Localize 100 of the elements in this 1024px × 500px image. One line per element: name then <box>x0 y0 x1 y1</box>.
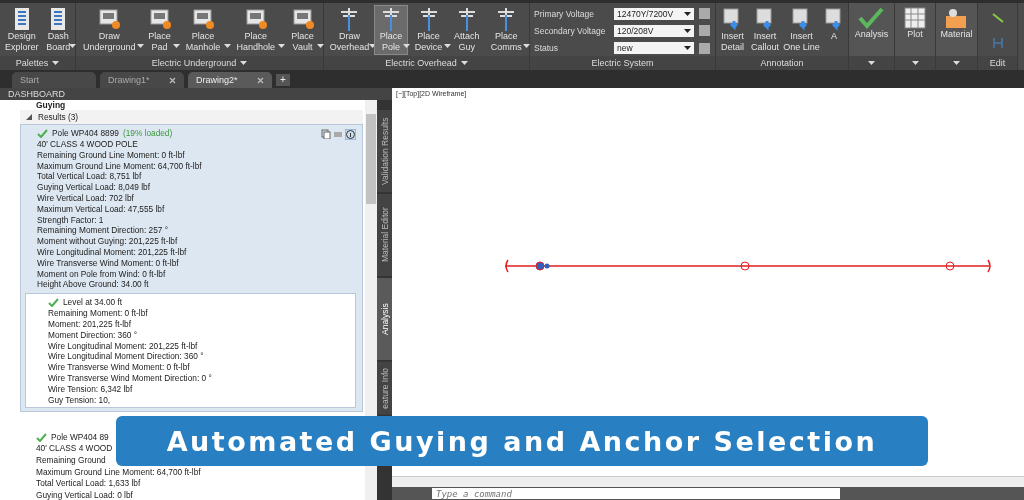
result-line: Moment without Guying: 201,225 ft-lbf <box>37 236 178 247</box>
document-tab[interactable]: Start <box>12 72 96 88</box>
result-line: Remaining Ground <box>36 454 106 467</box>
pole-title[interactable]: Pole WP404 8899 <box>52 128 119 139</box>
ribbon-button[interactable]: Dash Board <box>42 5 74 55</box>
caret-icon[interactable] <box>444 44 452 48</box>
caret-icon[interactable] <box>52 61 60 65</box>
check-icon <box>858 7 885 29</box>
result-line: Total Vertical Load: 8,751 lbf <box>37 171 142 183</box>
result-line: Guying Vertical Load: 8,049 lbf <box>37 182 150 193</box>
result-line: Maximum Ground Line Moment: 64,700 ft-lbf <box>36 466 201 479</box>
panel-title: Electric Overhead <box>385 58 457 68</box>
expand-icon[interactable] <box>26 114 32 120</box>
equipment-icon <box>97 7 122 31</box>
result-line: Moment: 201,225 ft-lbf <box>48 318 131 330</box>
equipment-icon <box>290 7 315 31</box>
result-line: Maximum Ground Line Moment: 64,700 ft-lbf <box>37 160 202 172</box>
horizontal-scrollbar[interactable] <box>392 476 1024 487</box>
ribbon-button[interactable]: Attach Guy <box>449 5 485 55</box>
result-line: Moment Direction: 360 ° <box>48 329 138 341</box>
ribbon-button[interactable]: Place Handhole <box>228 5 283 55</box>
result-line: Remaining Moment Direction: 257 ° <box>37 225 169 237</box>
result-line: 40' CLASS 4 WOOD POLE <box>37 139 138 150</box>
ribbon-button[interactable]: Design Explorer <box>1 5 43 55</box>
info-icon[interactable] <box>345 129 356 140</box>
result-line: Height Above Ground: 34.00 ft <box>37 279 149 291</box>
result-line: Total Vertical Load: 1,633 lbf <box>36 478 141 490</box>
document-tab[interactable]: Drawing1* <box>100 72 184 88</box>
voltage-dropdown[interactable]: 120/208V <box>614 25 694 37</box>
ribbon-button[interactable]: Place Device <box>408 5 450 55</box>
new-tab-button[interactable]: + <box>276 74 290 86</box>
equipment-icon <box>243 7 268 31</box>
result-line: Wire Vertical Load: 702 lbf <box>37 193 134 204</box>
results-label[interactable]: Results (3) <box>38 112 79 122</box>
command-input[interactable]: Type a command <box>432 488 840 499</box>
side-tab[interactable]: Material Editor <box>377 194 392 276</box>
caret-icon[interactable] <box>460 61 468 65</box>
result-line: Guy Tension: 10, <box>48 394 111 406</box>
field-label: Status <box>534 43 560 54</box>
ribbon-button[interactable]: A <box>821 5 847 44</box>
caret-icon[interactable] <box>240 61 248 65</box>
equipment-icon <box>147 7 172 31</box>
result-line: Moment on Pole from Wind: 0 ft-lbf <box>37 268 166 280</box>
pole-title[interactable]: Pole WP404 89 <box>51 432 109 444</box>
document-tab[interactable]: Drawing2* <box>188 72 272 88</box>
side-tab[interactable]: Analysis <box>377 278 392 360</box>
ribbon-button[interactable]: Insert Detail <box>717 5 748 55</box>
ribbon-button[interactable]: Insert One Line <box>781 5 821 55</box>
panel-title: Electric Underground <box>151 58 237 68</box>
field-label: Primary Voltage <box>534 8 595 19</box>
caret-icon[interactable] <box>278 44 285 48</box>
result-line: Strength Factor: 1 <box>37 214 104 226</box>
result-line: Remaining Ground Line Moment: 0 ft-lbf <box>37 149 185 161</box>
result-line: Wire Transverse Wind Moment: 0 ft-lbf <box>37 257 179 269</box>
caption-banner: Automated Guying and Anchor Selection <box>116 416 928 466</box>
result-line: Wire Transverse Wind Moment Direction: 0 ° <box>48 372 212 384</box>
ribbon-button[interactable]: Place Comms <box>484 5 528 55</box>
level-title[interactable]: Level at 34.00 ft <box>63 297 123 309</box>
copy-icon[interactable] <box>321 129 331 139</box>
caret-icon[interactable] <box>953 61 960 65</box>
panel-title: DASHBOARD <box>0 88 392 100</box>
caret-icon[interactable] <box>69 44 76 48</box>
caret-icon[interactable] <box>684 46 691 51</box>
caret-icon[interactable] <box>136 44 144 48</box>
voltage-dropdown[interactable]: new <box>614 42 694 55</box>
ribbon-button[interactable]: Place Vault <box>283 5 322 55</box>
load-status: (19% loaded) <box>122 128 173 139</box>
panel-title: Electric System <box>591 58 654 68</box>
panel-title: Annotation <box>760 58 804 68</box>
ribbon-button[interactable]: Place Manhole <box>177 5 229 55</box>
caret-icon[interactable] <box>368 44 376 48</box>
caret-icon[interactable] <box>684 29 691 33</box>
ribbon-button[interactable]: Place Pad <box>141 5 178 55</box>
material-icon <box>944 7 969 29</box>
ribbon-button[interactable]: Insert Callout <box>747 5 782 55</box>
result-line: Wire Tension: 6,342 lbf <box>48 383 133 395</box>
side-tab[interactable]: eature Info <box>377 362 392 415</box>
side-tab[interactable]: Validation Results <box>377 110 392 192</box>
caret-icon[interactable] <box>868 61 875 65</box>
result-line: Maximum Vertical Load: 47,555 lbf <box>37 203 165 215</box>
caret-icon[interactable] <box>223 44 231 48</box>
result-line: Wire Transverse Wind Moment: 0 ft-lbf <box>48 362 190 373</box>
caret-icon[interactable] <box>911 61 919 65</box>
ribbon-button[interactable]: Draw Underground <box>77 5 142 55</box>
pin-icon[interactable] <box>990 11 1005 24</box>
grid-icon <box>904 7 926 29</box>
result-line: Wire Longitudinal Moment: 201,225 ft-lbf <box>48 340 198 352</box>
caret-icon[interactable] <box>172 44 180 48</box>
caret-icon[interactable] <box>317 44 324 48</box>
voltage-dropdown[interactable]: 12470Y/7200V <box>614 7 694 20</box>
result-line: Wire Longitudinal Moment Direction: 360 ° <box>48 351 204 363</box>
result-line: Guying Vertical Load: 0 lbf <box>36 489 133 500</box>
ribbon-button[interactable]: Place Pole <box>373 5 408 55</box>
result-line: Wire Longitudinal Moment: 201,225 ft-lbf <box>37 246 187 258</box>
close-icon[interactable] <box>169 76 176 84</box>
panel-title: Palettes <box>15 58 49 68</box>
caret-icon[interactable] <box>403 44 410 48</box>
close-icon[interactable] <box>257 76 264 84</box>
caret-icon[interactable] <box>523 44 530 48</box>
caret-icon[interactable] <box>684 11 691 16</box>
